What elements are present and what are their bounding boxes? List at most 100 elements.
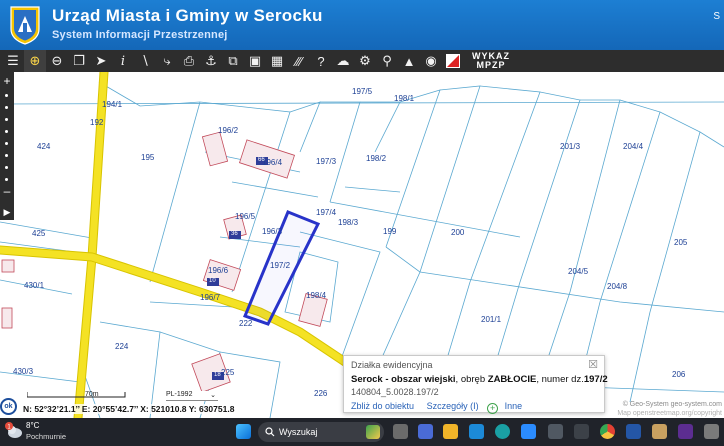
app-icon-4[interactable]	[652, 424, 667, 439]
parcel-label[interactable]: 201/1	[481, 315, 501, 324]
parcel-label[interactable]: 226	[314, 389, 327, 398]
zoom-slider[interactable]: + –	[0, 72, 14, 220]
zoom-in-button[interactable]: +	[0, 74, 14, 88]
popup-description: Serock - obszar wiejski, obręb ZABŁOCIE,…	[351, 374, 608, 385]
zoom-out-icon[interactable]: ⊖	[46, 50, 68, 72]
details-link[interactable]: Szczegóły (I)	[427, 401, 479, 411]
parcel-label[interactable]: 198/4	[306, 291, 326, 300]
app-icon-2[interactable]	[574, 424, 589, 439]
more-link[interactable]: Inne	[505, 401, 523, 411]
parcel-label[interactable]: 430/1	[24, 281, 44, 290]
parcel-label[interactable]: 196/3	[262, 227, 282, 236]
zoom-level-tick[interactable]	[5, 178, 8, 181]
parcel-label[interactable]: 205	[674, 238, 687, 247]
parcel-label[interactable]: 204/4	[623, 142, 643, 151]
hatch-icon[interactable]: ⁄⁄⁄	[288, 50, 310, 72]
app-subtitle: System Informacji Przestrzennej	[52, 29, 228, 41]
lasso-icon[interactable]: ⤷	[156, 50, 178, 72]
parcel-label[interactable]: 200	[451, 228, 464, 237]
file-explorer-icon[interactable]	[443, 424, 458, 439]
parcel-label[interactable]: 225	[221, 368, 234, 377]
parcel-label[interactable]: 430/3	[13, 367, 33, 376]
parcel-label[interactable]: 206	[672, 370, 685, 379]
parcel-label[interactable]: 196/4	[262, 158, 282, 167]
locate-icon[interactable]: ◉	[420, 50, 442, 72]
anchor-icon[interactable]: ⚓	[200, 50, 222, 72]
chrome-icon[interactable]	[600, 424, 615, 439]
parcel-label[interactable]: 197/5	[352, 87, 372, 96]
parcel-label[interactable]: 198/3	[338, 218, 358, 227]
expand-panel-icon[interactable]: ▶	[0, 204, 14, 220]
zoom-level-tick[interactable]	[5, 130, 8, 133]
attribution-osm[interactable]: Map openstreetmap.org/copyright	[617, 410, 722, 417]
zoom-to-object-link[interactable]: Zbliż do obiektu	[351, 401, 414, 411]
store-icon[interactable]	[469, 424, 484, 439]
table-icon[interactable]: ▦	[266, 50, 288, 72]
parcel-label[interactable]: 199	[383, 227, 396, 236]
parcel-label[interactable]: 197/2	[270, 261, 290, 270]
parcel-label[interactable]: 196/5	[235, 212, 255, 221]
legend-icon[interactable]: ▲	[398, 50, 420, 72]
parcel-label[interactable]: 204/8	[607, 282, 627, 291]
mail-icon[interactable]	[521, 424, 536, 439]
plus-circle-icon[interactable]: +	[487, 403, 499, 414]
zoom-out-button[interactable]: –	[0, 184, 14, 198]
layers-icon[interactable]: ☰	[2, 50, 24, 72]
zoom-level-tick[interactable]	[5, 94, 8, 97]
cloud-weather-icon[interactable]: 1	[4, 421, 24, 441]
app-icon-5[interactable]	[678, 424, 693, 439]
zoom-in-icon[interactable]: ⊕	[24, 50, 46, 72]
zoom-extent-icon[interactable]: ❐	[68, 50, 90, 72]
layout-icon[interactable]: ▣	[244, 50, 266, 72]
parcel-label[interactable]: 201/3	[560, 142, 580, 151]
crs-select[interactable]: PL-1992 ⌄	[166, 391, 218, 401]
parcel-label[interactable]: 195	[141, 153, 154, 162]
parcel-label[interactable]: 192	[90, 118, 103, 127]
chat-icon[interactable]	[418, 424, 433, 439]
parcel-label[interactable]: 224	[115, 342, 128, 351]
zoom-level-tick[interactable]	[5, 154, 8, 157]
parcel-label[interactable]: 196/2	[218, 126, 238, 135]
settings-icon[interactable]: ⚙	[354, 50, 376, 72]
attribution[interactable]: © Geo-System geo-system.com	[623, 401, 722, 408]
mpzp-list-button[interactable]: WYKAZ MPZP	[472, 52, 510, 70]
weather-temperature[interactable]: 8°C	[26, 421, 39, 430]
parcel-label[interactable]: 425	[32, 229, 45, 238]
parcel-label[interactable]: 222	[239, 319, 252, 328]
windows-start-icon[interactable]	[236, 424, 251, 439]
zoom-level-tick[interactable]	[5, 106, 8, 109]
task-view-icon[interactable]	[393, 424, 408, 439]
ok-button[interactable]: ok	[0, 398, 17, 415]
app-icon-6[interactable]	[704, 424, 719, 439]
building-number: 66	[258, 157, 265, 163]
app-icon-3[interactable]	[626, 424, 641, 439]
parcel-label[interactable]: 197/3	[316, 157, 336, 166]
parcel-label[interactable]: 424	[37, 142, 50, 151]
select-arrow-icon[interactable]: ➤	[90, 50, 112, 72]
mpzp-flag-icon[interactable]	[442, 50, 464, 72]
weather-description[interactable]: Pochmurnie	[26, 432, 66, 441]
zoom-level-tick[interactable]	[5, 142, 8, 145]
export-icon[interactable]: ⧉	[222, 50, 244, 72]
taskbar-search[interactable]: Wyszukaj	[258, 422, 384, 442]
parcel-label[interactable]: 198/1	[394, 94, 414, 103]
zoom-level-tick[interactable]	[5, 166, 8, 169]
parcel-label[interactable]: 196/6	[208, 266, 228, 275]
app-title: Urząd Miasta i Gminy w Serocku	[52, 6, 323, 25]
close-icon[interactable]: ☒	[588, 358, 598, 371]
edge-icon[interactable]	[495, 424, 510, 439]
measure-line-icon[interactable]: ∖	[134, 50, 156, 72]
parcel-label[interactable]: 197/4	[316, 208, 336, 217]
info-icon[interactable]: i	[112, 50, 134, 72]
app-icon[interactable]	[548, 424, 563, 439]
print-icon[interactable]: ⎙	[178, 50, 200, 72]
help-icon[interactable]: ?	[310, 50, 332, 72]
header-right-label[interactable]: S	[713, 11, 720, 22]
parcel-label[interactable]: 194/1	[102, 100, 122, 109]
parcel-label[interactable]: 198/2	[366, 154, 386, 163]
parcel-label[interactable]: 204/5	[568, 267, 588, 276]
cloud-upload-icon[interactable]: ☁	[332, 50, 354, 72]
search-icon[interactable]: ⚲	[376, 50, 398, 72]
parcel-label[interactable]: 196/7	[200, 293, 220, 302]
zoom-level-tick[interactable]	[5, 118, 8, 121]
